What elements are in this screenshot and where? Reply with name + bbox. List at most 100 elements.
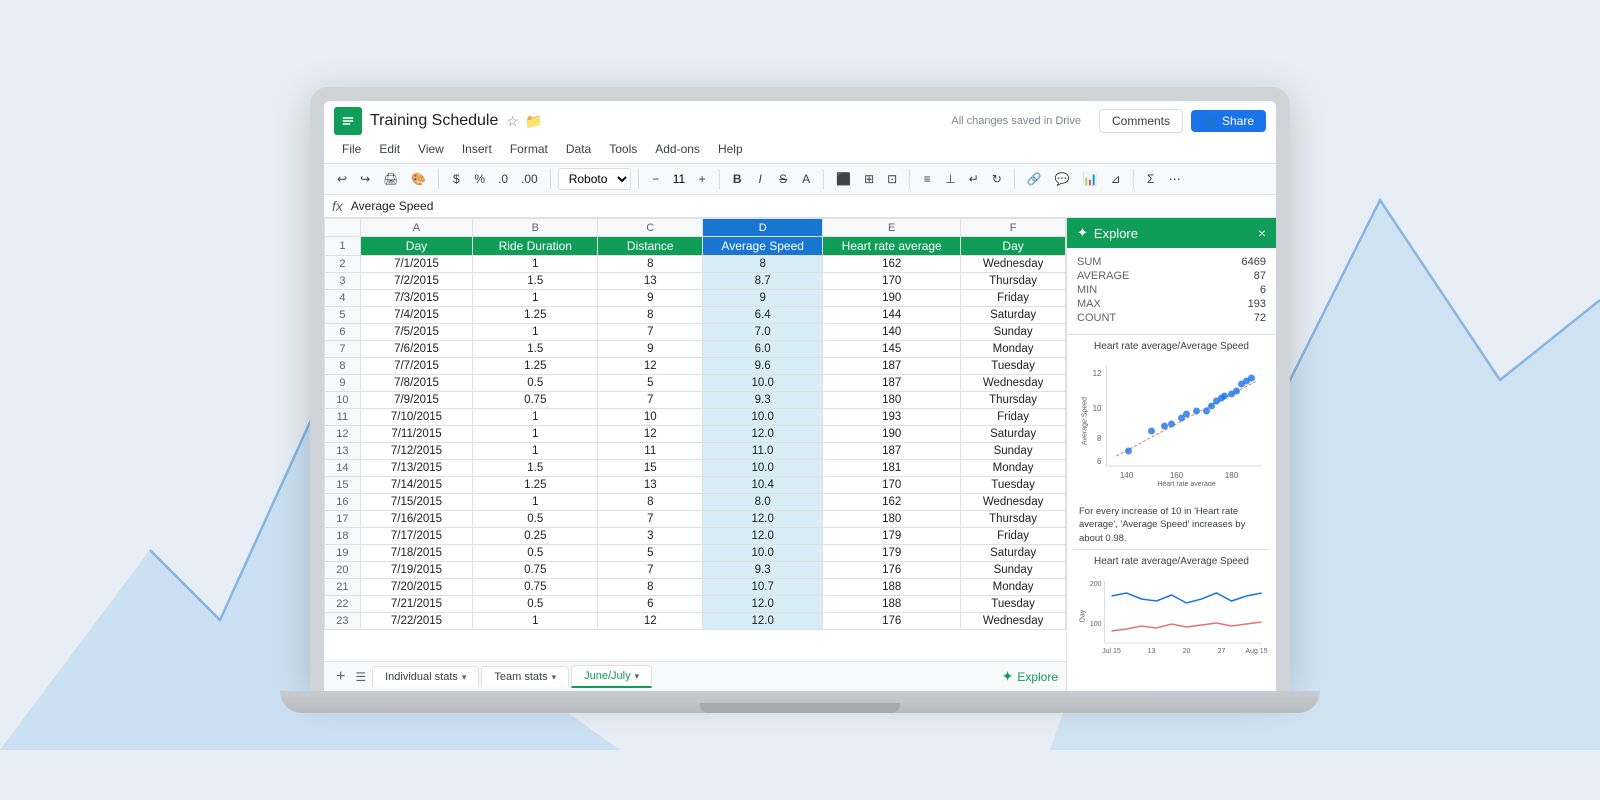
cell-ride-duration[interactable]: 0.5 <box>473 375 598 392</box>
tab-junejuly-dropdown[interactable]: ▾ <box>635 671 640 682</box>
cell-distance[interactable]: 11 <box>598 443 703 460</box>
row-number[interactable]: 18 <box>325 528 361 545</box>
cell-date[interactable]: 7/15/2015 <box>360 494 472 511</box>
cell-date[interactable]: 7/6/2015 <box>360 341 472 358</box>
explore-close-button[interactable]: × <box>1258 225 1266 241</box>
cell-day-name[interactable]: Monday <box>961 579 1066 596</box>
cell-heart-rate[interactable]: 179 <box>823 528 961 545</box>
row-number[interactable]: 8 <box>325 358 361 375</box>
row-number[interactable]: 19 <box>325 545 361 562</box>
header-heart-rate[interactable]: Heart rate average <box>823 237 961 256</box>
cell-ride-duration[interactable]: 1.5 <box>473 273 598 290</box>
cell-distance[interactable]: 5 <box>598 375 703 392</box>
row-number[interactable]: 3 <box>325 273 361 290</box>
col-header-C[interactable]: C <box>598 219 703 237</box>
table-row[interactable]: 127/11/201511212.0190Saturday <box>325 426 1066 443</box>
tab-team-stats[interactable]: Team stats ▾ <box>481 666 569 687</box>
row-number[interactable]: 17 <box>325 511 361 528</box>
cell-day-name[interactable]: Saturday <box>961 426 1066 443</box>
cell-day-name[interactable]: Tuesday <box>961 477 1066 494</box>
col-header-D[interactable]: D <box>703 219 823 237</box>
cell-heart-rate[interactable]: 187 <box>823 358 961 375</box>
align-button[interactable]: ≡ <box>917 169 937 189</box>
cell-ride-duration[interactable]: 1 <box>473 290 598 307</box>
row-number[interactable]: 14 <box>325 460 361 477</box>
cell-date[interactable]: 7/17/2015 <box>360 528 472 545</box>
row-number[interactable]: 6 <box>325 324 361 341</box>
cell-ride-duration[interactable]: 1 <box>473 494 598 511</box>
menu-edit[interactable]: Edit <box>371 139 408 159</box>
cell-avg-speed[interactable]: 9 <box>703 290 823 307</box>
redo-button[interactable]: ↪ <box>355 169 375 189</box>
cell-ride-duration[interactable]: 0.25 <box>473 528 598 545</box>
row-number[interactable]: 11 <box>325 409 361 426</box>
cell-ride-duration[interactable]: 1 <box>473 426 598 443</box>
font-size-decrease[interactable]: − <box>646 169 666 189</box>
table-row[interactable]: 227/21/20150.5612.0188Tuesday <box>325 596 1066 613</box>
cell-avg-speed[interactable]: 12.0 <box>703 528 823 545</box>
cell-date[interactable]: 7/10/2015 <box>360 409 472 426</box>
cell-heart-rate[interactable]: 176 <box>823 613 961 630</box>
cell-ride-duration[interactable]: 1 <box>473 613 598 630</box>
cell-avg-speed[interactable]: 9.3 <box>703 392 823 409</box>
menu-help[interactable]: Help <box>710 139 751 159</box>
table-row[interactable]: 67/5/2015177.0140Sunday <box>325 324 1066 341</box>
cell-day-name[interactable]: Sunday <box>961 324 1066 341</box>
cell-ride-duration[interactable]: 0.5 <box>473 511 598 528</box>
table-row[interactable]: 157/14/20151.251310.4170Tuesday <box>325 477 1066 494</box>
tab-individual-stats[interactable]: Individual stats ▾ <box>372 666 479 687</box>
functions-button[interactable]: Σ <box>1141 169 1161 189</box>
cell-heart-rate[interactable]: 190 <box>823 290 961 307</box>
row-number[interactable]: 9 <box>325 375 361 392</box>
strikethrough-button[interactable]: S <box>773 169 793 189</box>
row-number[interactable]: 21 <box>325 579 361 596</box>
cell-avg-speed[interactable]: 9.3 <box>703 562 823 579</box>
cell-heart-rate[interactable]: 188 <box>823 579 961 596</box>
add-sheet-button[interactable]: + <box>332 668 349 686</box>
font-size-increase[interactable]: + <box>692 169 712 189</box>
menu-insert[interactable]: Insert <box>454 139 500 159</box>
row-number[interactable]: 13 <box>325 443 361 460</box>
table-row[interactable]: 27/1/2015188162Wednesday <box>325 256 1066 273</box>
table-row[interactable]: 237/22/201511212.0176Wednesday <box>325 613 1066 630</box>
text-color-button[interactable]: A <box>796 169 816 189</box>
cell-avg-speed[interactable]: 8 <box>703 256 823 273</box>
cell-avg-speed[interactable]: 6.0 <box>703 341 823 358</box>
cell-distance[interactable]: 7 <box>598 562 703 579</box>
print-button[interactable]: 🖨 <box>378 169 403 189</box>
cell-avg-speed[interactable]: 8.7 <box>703 273 823 290</box>
header-avg-speed[interactable]: Average Speed <box>703 237 823 256</box>
table-row[interactable]: 147/13/20151.51510.0181Monday <box>325 460 1066 477</box>
cell-ride-duration[interactable]: 1 <box>473 443 598 460</box>
table-row[interactable]: 87/7/20151.25129.6187Tuesday <box>325 358 1066 375</box>
table-row[interactable]: 57/4/20151.2586.4144Saturday <box>325 307 1066 324</box>
cell-avg-speed[interactable]: 10.7 <box>703 579 823 596</box>
row-number[interactable]: 2 <box>325 256 361 273</box>
menu-addons[interactable]: Add-ons <box>647 139 708 159</box>
cell-distance[interactable]: 12 <box>598 358 703 375</box>
cell-avg-speed[interactable]: 6.4 <box>703 307 823 324</box>
cell-day-name[interactable]: Thursday <box>961 511 1066 528</box>
row-number[interactable]: 12 <box>325 426 361 443</box>
chart-button[interactable]: 📊 <box>1078 169 1103 189</box>
cell-date[interactable]: 7/21/2015 <box>360 596 472 613</box>
wrap-button[interactable]: ↵ <box>964 169 984 189</box>
header-day[interactable]: Day <box>360 237 472 256</box>
cell-distance[interactable]: 15 <box>598 460 703 477</box>
table-row[interactable]: 207/19/20150.7579.3176Sunday <box>325 562 1066 579</box>
cell-ride-duration[interactable]: 0.5 <box>473 596 598 613</box>
cell-heart-rate[interactable]: 179 <box>823 545 961 562</box>
col-header-A[interactable]: A <box>360 219 472 237</box>
cell-date[interactable]: 7/5/2015 <box>360 324 472 341</box>
cell-ride-duration[interactable]: 1.25 <box>473 477 598 494</box>
cell-distance[interactable]: 6 <box>598 596 703 613</box>
col-header-F[interactable]: F <box>961 219 1066 237</box>
cell-heart-rate[interactable]: 144 <box>823 307 961 324</box>
menu-data[interactable]: Data <box>558 139 599 159</box>
cell-ride-duration[interactable]: 0.5 <box>473 545 598 562</box>
cell-date[interactable]: 7/8/2015 <box>360 375 472 392</box>
table-row[interactable]: 177/16/20150.5712.0180Thursday <box>325 511 1066 528</box>
folder-icon[interactable]: 📁 <box>525 113 542 130</box>
cell-avg-speed[interactable]: 8.0 <box>703 494 823 511</box>
cell-ride-duration[interactable]: 1.25 <box>473 307 598 324</box>
